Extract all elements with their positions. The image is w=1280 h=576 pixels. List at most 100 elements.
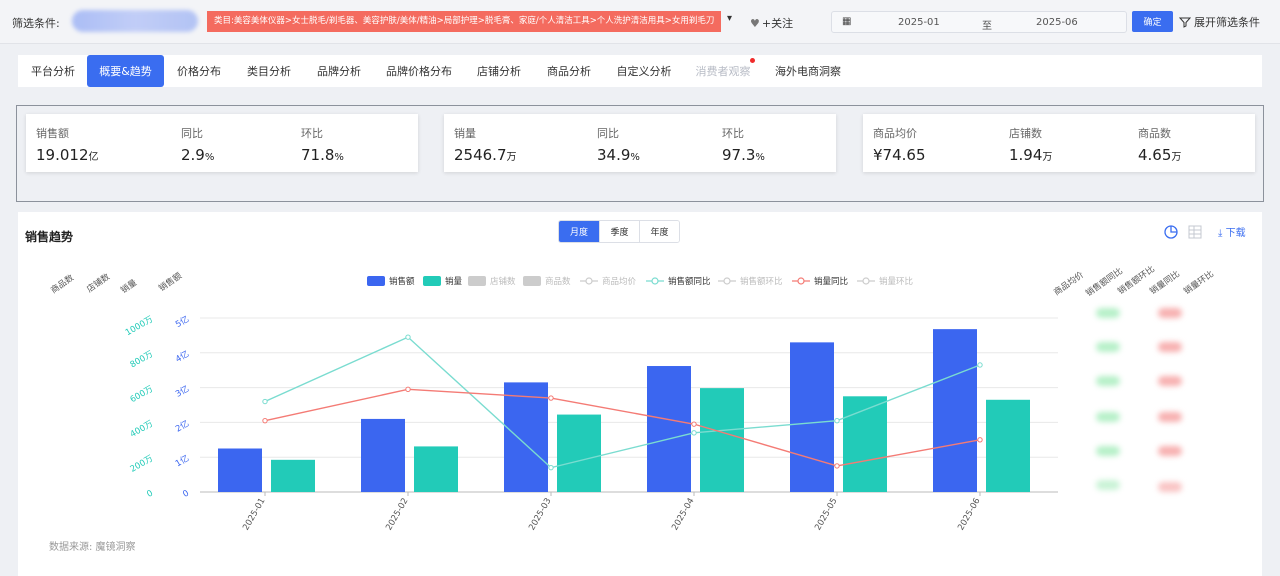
point-volume-yoy [262,417,268,424]
kpi-label: 销售额 [36,127,69,140]
kpi-section: 销售额 19.012亿 同比 2.9% 环比 71.8% 销量 2546.7万 … [16,105,1264,202]
kpi-unit: 万 [1171,152,1182,163]
kpi-value: 2546.7 [454,146,507,164]
point-volume-yoy [405,386,411,393]
follow-label: +关注 [761,17,794,30]
legend-swatch-dot [797,277,805,285]
legend-swatch [423,276,441,286]
filter-icon [1179,17,1191,28]
kpi-unit: 万 [1042,152,1053,163]
bar-sales [647,366,691,492]
date-range-picker[interactable]: ▦ 2025-01 至 2025-06 [831,11,1127,33]
kpi-unit: 亿 [88,152,99,163]
chevron-down-icon[interactable]: ▾ [727,13,732,24]
legend-label: 店铺数 [490,276,516,287]
x-tick-label: 2025-01 [241,497,267,533]
tab-brand-price[interactable]: 品牌价格分布 [379,55,459,87]
date-start[interactable]: 2025-01 [898,17,940,28]
kpi-avg-price: 商品均价 ¥74.65 [873,125,926,164]
x-tick-label: 2025-05 [813,497,839,533]
kpi-label: 商品均价 [873,127,917,140]
notification-dot [750,58,755,63]
tab-overview[interactable]: 概要&趋势 [87,55,164,87]
x-tick-label: 2025-03 [527,497,553,533]
bar-volume [271,459,315,492]
bar-sales [790,342,834,492]
follow-button[interactable]: ♥ +关注 [750,15,793,31]
y-tick-sales: 1亿 [173,453,191,469]
kpi-products: 商品数 4.65万 [1138,125,1181,164]
tab-bar: 平台分析 概要&趋势 价格分布 类目分析 品牌分析 品牌价格分布 店铺分析 商品… [18,55,1262,87]
x-tick-label: 2025-06 [956,497,982,533]
period-toggle: 月度 季度 年度 [558,220,680,243]
bar-volume [414,446,458,492]
kpi-sales: 销售额 19.012亿 [36,125,99,164]
point-sales-yoy [262,398,268,405]
kpi-value: 19.012 [36,146,89,164]
bar-volume [700,388,744,492]
kpi-label: 商品数 [1138,127,1171,140]
tab-product[interactable]: 商品分析 [538,55,600,87]
legend-label: 销量环比 [879,276,913,287]
bar-sales [361,418,405,492]
tab-custom[interactable]: 自定义分析 [608,55,680,87]
kpi-label: 同比 [597,127,619,140]
download-icon: ⤓ [1218,228,1223,239]
bar-sales [504,382,548,492]
tab-store[interactable]: 店铺分析 [468,55,530,87]
expand-filter-button[interactable]: 展开筛选条件 [1179,14,1260,30]
date-end[interactable]: 2025-06 [1036,17,1078,28]
tab-price[interactable]: 价格分布 [168,55,230,87]
blurred-selection[interactable] [72,10,198,32]
legend-label: 商品均价 [602,276,637,287]
kpi-card-volume: 销量 2546.7万 同比 34.9% 环比 97.3% [444,114,836,172]
y-tick-sales: 4亿 [173,348,191,364]
table-icon[interactable] [1188,225,1202,239]
kpi-unit: % [204,152,215,163]
y-tick-volume: 0 [145,489,155,500]
period-quarter-button[interactable]: 季度 [599,221,639,242]
chart-panel: 销售趋势 月度 季度 年度 ⤓ 下载 商品数 店铺数 销量 销售额 商品均价 销… [18,212,1262,576]
bar-sales [933,329,977,492]
category-tag[interactable]: 类目:美容美体仪器>女士脱毛/剃毛器、美容护肤/美体/精油>局部护理>脱毛膏、家… [207,11,721,32]
point-sales-yoy [691,430,697,436]
period-month-button[interactable]: 月度 [559,221,599,242]
tab-category[interactable]: 类目分析 [238,55,300,87]
kpi-sales-mom: 环比 71.8% [301,125,344,164]
kpi-value: 71.8 [301,146,335,164]
period-year-button[interactable]: 年度 [639,221,679,242]
tab-overseas[interactable]: 海外电商洞察 [768,55,848,87]
kpi-unit: % [334,152,344,163]
y-tick-sales: 3亿 [173,383,191,399]
y-tick-volume: 200万 [129,454,155,475]
pie-chart-icon[interactable] [1164,224,1178,239]
bar-volume [986,399,1030,492]
legend-swatch-dot [585,277,593,285]
y-tick-volume: 400万 [129,419,155,440]
kpi-label: 环比 [301,127,323,140]
legend-swatch-dot [723,277,731,285]
filter-bar: 筛选条件: 类目:美容美体仪器>女士脱毛/剃毛器、美容护肤/美体/精油>局部护理… [0,0,1280,44]
tab-platform[interactable]: 平台分析 [24,55,82,87]
point-sales-yoy [548,464,554,471]
kpi-value: 4.65 [1138,146,1172,164]
chart-title: 销售趋势 [25,230,74,244]
kpi-value: 2.9 [181,146,205,164]
kpi-card-price: 商品均价 ¥74.65 店铺数 1.94万 商品数 4.65万 [863,114,1255,172]
data-source: 数据来源: 魔镜洞察 [49,542,136,553]
legend-label: 销售额 [389,276,415,287]
tab-consumer[interactable]: 消费者观察 [688,55,758,87]
y-tick-sales: 5亿 [173,314,191,330]
download-button[interactable]: ⤓ 下载 [1218,224,1246,239]
x-tick-label: 2025-04 [670,497,696,533]
kpi-label: 店铺数 [1009,127,1042,140]
legend-swatch-dot [862,277,870,285]
legend-label: 销量同比 [814,276,848,287]
tab-brand[interactable]: 品牌分析 [308,55,370,87]
kpi-value: 1.94 [1009,146,1043,164]
y-tick-sales: 2亿 [173,418,191,434]
confirm-button[interactable]: 确定 [1132,11,1173,32]
legend-swatch [523,276,541,286]
date-separator: 至 [982,21,992,32]
y-tick-volume: 800万 [129,349,155,370]
